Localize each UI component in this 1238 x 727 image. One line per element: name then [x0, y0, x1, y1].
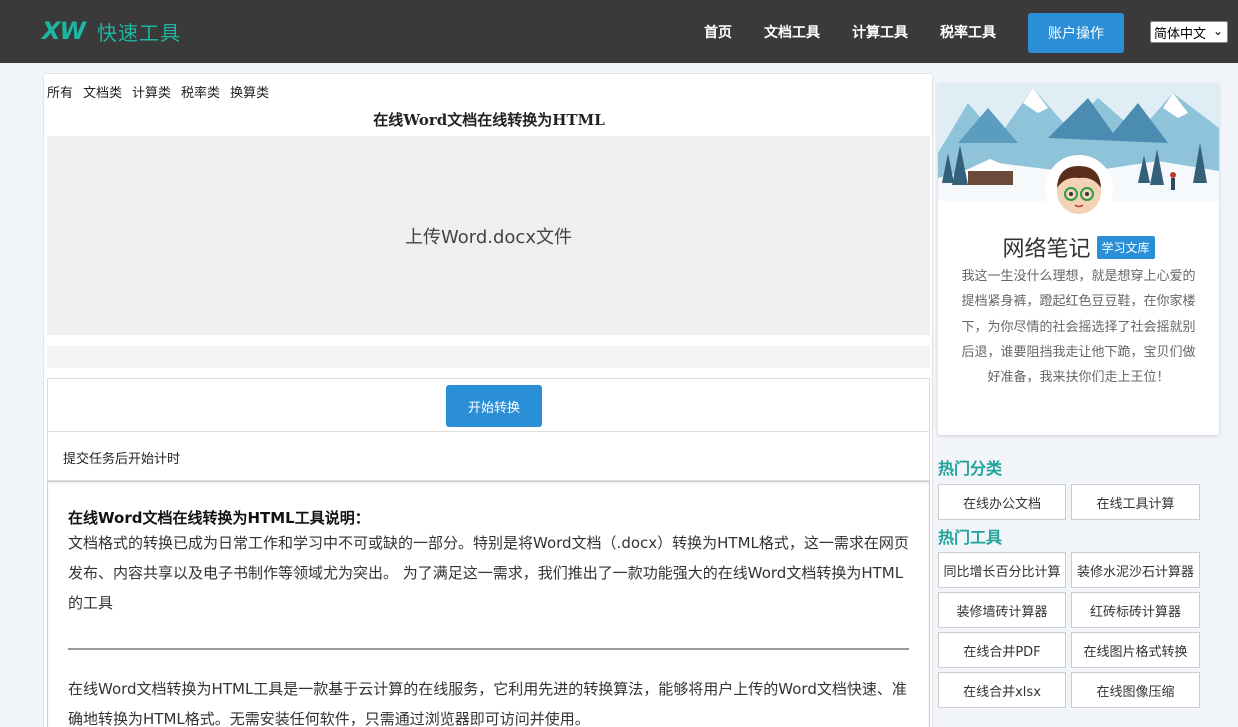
- hot-tool-cement-sand[interactable]: 装修水泥沙石计算器: [1071, 552, 1200, 588]
- hot-tools-heading: 热门工具: [938, 528, 1003, 547]
- hot-category-online-calc[interactable]: 在线工具计算: [1071, 484, 1200, 520]
- hot-tool-image-compress[interactable]: 在线图像压缩: [1071, 672, 1200, 708]
- profile-bio: 我这一生没什么理想，就是想穿上心爱的提档紧身裤，蹬起红色豆豆鞋，在你家楼下，为你…: [961, 269, 1196, 386]
- language-select-value: 简体中文: [1154, 26, 1207, 42]
- category-tax[interactable]: 税率类: [181, 82, 220, 101]
- hot-tool-merge-xlsx[interactable]: 在线合并xlsx: [938, 672, 1066, 708]
- category-convert[interactable]: 换算类: [230, 82, 269, 101]
- hot-categories-heading: 热门分类: [938, 459, 1003, 478]
- logo-text: 快速工具: [96, 20, 181, 45]
- avatar-illustration: [1048, 158, 1110, 220]
- page-title: 在线Word文档在线转换为HTML: [373, 111, 605, 129]
- convert-button-area: 开始转换: [47, 378, 930, 432]
- nav-tax-tools-link[interactable]: 税率工具: [940, 22, 996, 42]
- category-calc[interactable]: 计算类: [132, 82, 171, 101]
- hot-category-office-docs[interactable]: 在线办公文档: [938, 484, 1066, 520]
- nav-home-link[interactable]: 首页: [704, 22, 732, 42]
- profile-card: 网络笔记 学习文库 我这一生没什么理想，就是想穿上心爱的提档紧身裤，蹬起红色豆豆…: [938, 83, 1219, 435]
- hot-tool-wall-tile[interactable]: 装修墙砖计算器: [938, 592, 1066, 628]
- profile-name: 网络笔记: [1002, 237, 1091, 262]
- chevron-down-icon: ⌄: [1212, 24, 1223, 38]
- account-button[interactable]: 账户操作: [1028, 13, 1124, 53]
- site-logo[interactable]: XW 快速工具: [42, 16, 181, 46]
- start-convert-button[interactable]: 开始转换: [446, 385, 542, 427]
- category-all[interactable]: 所有: [47, 82, 73, 101]
- main-panel: 所有 文档类 计算类 税率类 换算类 在线Word文档在线转换为HTML 上传W…: [43, 73, 933, 727]
- timer-status: 提交任务后开始计时: [47, 432, 930, 481]
- upload-dropzone[interactable]: 上传Word.docx文件: [47, 136, 930, 335]
- profile-name-row: 网络笔记 学习文库: [938, 231, 1219, 263]
- top-navbar: XW 快速工具 首页 文档工具 计算工具 税率工具 账户操作 简体中文 ⌄: [0, 0, 1238, 63]
- hot-tool-image-format[interactable]: 在线图片格式转换: [1071, 632, 1200, 668]
- hot-tool-red-brick[interactable]: 红砖标砖计算器: [1071, 592, 1200, 628]
- description-title: 在线Word文档在线转换为HTML工具说明：: [68, 509, 370, 527]
- divider: [68, 648, 909, 650]
- description-paragraph: 文档格式的转换已成为日常工作和学习中不可或缺的一部分。特别是将Word文档（.d…: [68, 534, 909, 612]
- category-docs[interactable]: 文档类: [83, 82, 122, 101]
- language-select[interactable]: 简体中文 ⌄: [1150, 21, 1228, 43]
- hot-tool-yoy-growth[interactable]: 同比增长百分比计算: [938, 552, 1066, 588]
- description-paragraph-2: 在线Word文档转换为HTML工具是一款基于云计算的在线服务，它利用先进的转换算…: [68, 680, 907, 727]
- category-filter: 所有 文档类 计算类 税率类 换算类: [47, 82, 269, 101]
- tool-description: 在线Word文档在线转换为HTML工具说明： 文档格式的转换已成为日常工作和学习…: [47, 481, 930, 727]
- logo-mark: XW: [42, 17, 86, 45]
- profile-badge[interactable]: 学习文库: [1096, 235, 1155, 259]
- nav-doc-tools-link[interactable]: 文档工具: [764, 22, 820, 42]
- avatar: [1045, 155, 1113, 223]
- nav-calc-tools-link[interactable]: 计算工具: [852, 22, 908, 42]
- progress-bar: [47, 346, 930, 368]
- hot-tool-merge-pdf[interactable]: 在线合并PDF: [938, 632, 1066, 668]
